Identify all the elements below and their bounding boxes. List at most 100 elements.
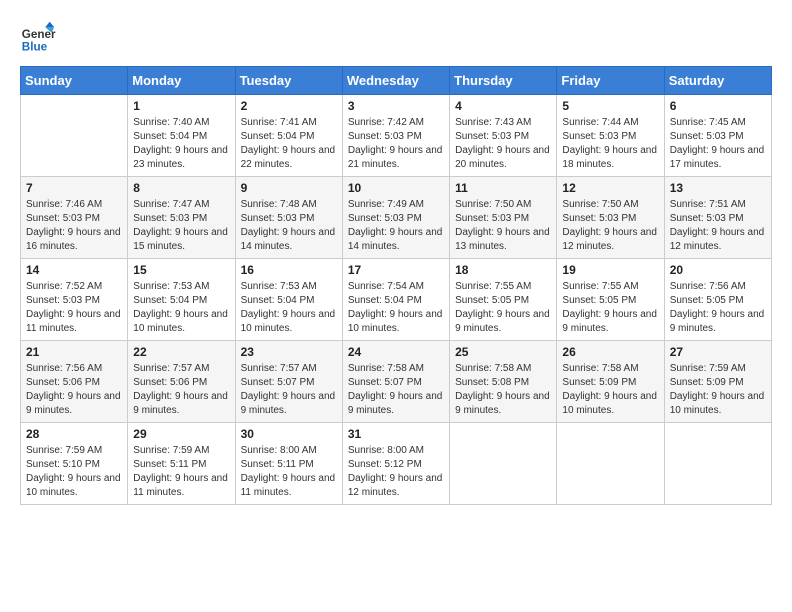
day-number: 27 <box>670 345 766 359</box>
day-number: 19 <box>562 263 658 277</box>
day-info: Sunrise: 7:52 AMSunset: 5:03 PMDaylight:… <box>26 280 122 336</box>
calendar-cell: 12Sunrise: 7:50 AMSunset: 5:03 PMDayligh… <box>557 177 664 259</box>
day-info: Sunrise: 7:44 AMSunset: 5:03 PMDaylight:… <box>562 116 658 172</box>
day-number: 24 <box>348 345 444 359</box>
calendar-cell: 27 Sunrise: 7:59 AMSunset: 5:09 PMDayligh… <box>664 341 771 423</box>
calendar-cell: 13Sunrise: 7:51 AMSunset: 5:03 PMDayligh… <box>664 177 771 259</box>
calendar-cell: 6Sunrise: 7:45 AMSunset: 5:03 PMDaylight… <box>664 95 771 177</box>
weekday-header-sunday: Sunday <box>21 67 128 95</box>
weekday-header-wednesday: Wednesday <box>342 67 449 95</box>
calendar-cell: 14 Sunrise: 7:52 AMSunset: 5:03 PMDayligh… <box>21 259 128 341</box>
day-info: Sunrise: 7:50 AMSunset: 5:03 PMDaylight:… <box>562 198 658 254</box>
day-number: 8 <box>133 181 229 195</box>
day-number: 23 <box>241 345 337 359</box>
day-number: 7 <box>26 181 122 195</box>
calendar-week-3: 14 Sunrise: 7:52 AMSunset: 5:03 PMDayligh… <box>21 259 772 341</box>
calendar-cell: 7 Sunrise: 7:46 AMSunset: 5:03 PMDaylight… <box>21 177 128 259</box>
weekday-header-saturday: Saturday <box>664 67 771 95</box>
weekday-header-tuesday: Tuesday <box>235 67 342 95</box>
calendar-cell: 16 Sunrise: 7:53 AMSunset: 5:04 PMDayligh… <box>235 259 342 341</box>
day-info: Sunrise: 7:59 AMSunset: 5:11 PMDaylight:… <box>133 444 229 500</box>
calendar-cell: 18 Sunrise: 7:55 AMSunset: 5:05 PMDayligh… <box>450 259 557 341</box>
calendar-table: SundayMondayTuesdayWednesdayThursdayFrid… <box>20 66 772 505</box>
calendar-cell: 8 Sunrise: 7:47 AMSunset: 5:03 PMDaylight… <box>128 177 235 259</box>
day-info: Sunrise: 7:58 AMSunset: 5:08 PMDaylight:… <box>455 362 551 418</box>
weekday-header-monday: Monday <box>128 67 235 95</box>
calendar-cell: 5Sunrise: 7:44 AMSunset: 5:03 PMDaylight… <box>557 95 664 177</box>
weekday-header-row: SundayMondayTuesdayWednesdayThursdayFrid… <box>21 67 772 95</box>
calendar-cell: 24 Sunrise: 7:58 AMSunset: 5:07 PMDayligh… <box>342 341 449 423</box>
day-number: 22 <box>133 345 229 359</box>
svg-text:Blue: Blue <box>22 41 48 54</box>
day-info: Sunrise: 7:55 AMSunset: 5:05 PMDaylight:… <box>455 280 551 336</box>
day-number: 31 <box>348 427 444 441</box>
calendar-week-1: 1Sunrise: 7:40 AMSunset: 5:04 PMDaylight… <box>21 95 772 177</box>
day-info: Sunrise: 7:57 AMSunset: 5:07 PMDaylight:… <box>241 362 337 418</box>
day-number: 25 <box>455 345 551 359</box>
day-info: Sunrise: 7:40 AMSunset: 5:04 PMDaylight:… <box>133 116 229 172</box>
day-number: 20 <box>670 263 766 277</box>
calendar-cell: 21 Sunrise: 7:56 AMSunset: 5:06 PMDayligh… <box>21 341 128 423</box>
day-info: Sunrise: 7:53 AMSunset: 5:04 PMDaylight:… <box>133 280 229 336</box>
calendar-cell <box>450 423 557 505</box>
day-number: 18 <box>455 263 551 277</box>
calendar-cell: 29 Sunrise: 7:59 AMSunset: 5:11 PMDayligh… <box>128 423 235 505</box>
calendar-cell: 25 Sunrise: 7:58 AMSunset: 5:08 PMDayligh… <box>450 341 557 423</box>
day-number: 21 <box>26 345 122 359</box>
day-info: Sunrise: 7:58 AMSunset: 5:09 PMDaylight:… <box>562 362 658 418</box>
day-info: Sunrise: 8:00 AMSunset: 5:11 PMDaylight:… <box>241 444 337 500</box>
calendar-cell: 22 Sunrise: 7:57 AMSunset: 5:06 PMDayligh… <box>128 341 235 423</box>
day-number: 28 <box>26 427 122 441</box>
day-info: Sunrise: 7:43 AMSunset: 5:03 PMDaylight:… <box>455 116 551 172</box>
calendar-cell: 4Sunrise: 7:43 AMSunset: 5:03 PMDaylight… <box>450 95 557 177</box>
day-info: Sunrise: 7:53 AMSunset: 5:04 PMDaylight:… <box>241 280 337 336</box>
day-info: Sunrise: 7:58 AMSunset: 5:07 PMDaylight:… <box>348 362 444 418</box>
day-number: 10 <box>348 181 444 195</box>
day-number: 3 <box>348 99 444 113</box>
calendar-cell: 31Sunrise: 8:00 AMSunset: 5:12 PMDayligh… <box>342 423 449 505</box>
calendar-cell: 19Sunrise: 7:55 AMSunset: 5:05 PMDayligh… <box>557 259 664 341</box>
day-number: 26 <box>562 345 658 359</box>
calendar-cell: 23 Sunrise: 7:57 AMSunset: 5:07 PMDayligh… <box>235 341 342 423</box>
calendar-cell: 17Sunrise: 7:54 AMSunset: 5:04 PMDayligh… <box>342 259 449 341</box>
calendar-cell: 26 Sunrise: 7:58 AMSunset: 5:09 PMDayligh… <box>557 341 664 423</box>
calendar-cell: 9Sunrise: 7:48 AMSunset: 5:03 PMDaylight… <box>235 177 342 259</box>
calendar-cell: 10 Sunrise: 7:49 AMSunset: 5:03 PMDayligh… <box>342 177 449 259</box>
day-info: Sunrise: 7:59 AMSunset: 5:09 PMDaylight:… <box>670 362 766 418</box>
day-info: Sunrise: 7:59 AMSunset: 5:10 PMDaylight:… <box>26 444 122 500</box>
day-info: Sunrise: 7:41 AMSunset: 5:04 PMDaylight:… <box>241 116 337 172</box>
day-number: 30 <box>241 427 337 441</box>
day-info: Sunrise: 7:50 AMSunset: 5:03 PMDaylight:… <box>455 198 551 254</box>
day-number: 16 <box>241 263 337 277</box>
day-number: 14 <box>26 263 122 277</box>
day-number: 9 <box>241 181 337 195</box>
day-number: 13 <box>670 181 766 195</box>
calendar-cell: 20 Sunrise: 7:56 AMSunset: 5:05 PMDayligh… <box>664 259 771 341</box>
day-info: Sunrise: 7:46 AMSunset: 5:03 PMDaylight:… <box>26 198 122 254</box>
logo-icon: General Blue <box>20 20 56 56</box>
day-number: 15 <box>133 263 229 277</box>
calendar-cell <box>21 95 128 177</box>
page-header: General Blue <box>20 20 772 56</box>
weekday-header-friday: Friday <box>557 67 664 95</box>
day-info: Sunrise: 7:57 AMSunset: 5:06 PMDaylight:… <box>133 362 229 418</box>
calendar-cell: 1Sunrise: 7:40 AMSunset: 5:04 PMDaylight… <box>128 95 235 177</box>
calendar-cell: 28 Sunrise: 7:59 AMSunset: 5:10 PMDayligh… <box>21 423 128 505</box>
day-info: Sunrise: 7:47 AMSunset: 5:03 PMDaylight:… <box>133 198 229 254</box>
day-info: Sunrise: 7:56 AMSunset: 5:05 PMDaylight:… <box>670 280 766 336</box>
calendar-cell <box>664 423 771 505</box>
day-info: Sunrise: 7:42 AMSunset: 5:03 PMDaylight:… <box>348 116 444 172</box>
day-info: Sunrise: 7:49 AMSunset: 5:03 PMDaylight:… <box>348 198 444 254</box>
calendar-cell: 3 Sunrise: 7:42 AMSunset: 5:03 PMDaylight… <box>342 95 449 177</box>
day-info: Sunrise: 7:45 AMSunset: 5:03 PMDaylight:… <box>670 116 766 172</box>
day-info: Sunrise: 7:54 AMSunset: 5:04 PMDaylight:… <box>348 280 444 336</box>
day-number: 11 <box>455 181 551 195</box>
logo: General Blue <box>20 20 56 56</box>
calendar-week-2: 7 Sunrise: 7:46 AMSunset: 5:03 PMDaylight… <box>21 177 772 259</box>
weekday-header-thursday: Thursday <box>450 67 557 95</box>
calendar-cell: 15 Sunrise: 7:53 AMSunset: 5:04 PMDayligh… <box>128 259 235 341</box>
calendar-cell: 30 Sunrise: 8:00 AMSunset: 5:11 PMDayligh… <box>235 423 342 505</box>
day-info: Sunrise: 7:56 AMSunset: 5:06 PMDaylight:… <box>26 362 122 418</box>
day-number: 29 <box>133 427 229 441</box>
calendar-cell: 2Sunrise: 7:41 AMSunset: 5:04 PMDaylight… <box>235 95 342 177</box>
